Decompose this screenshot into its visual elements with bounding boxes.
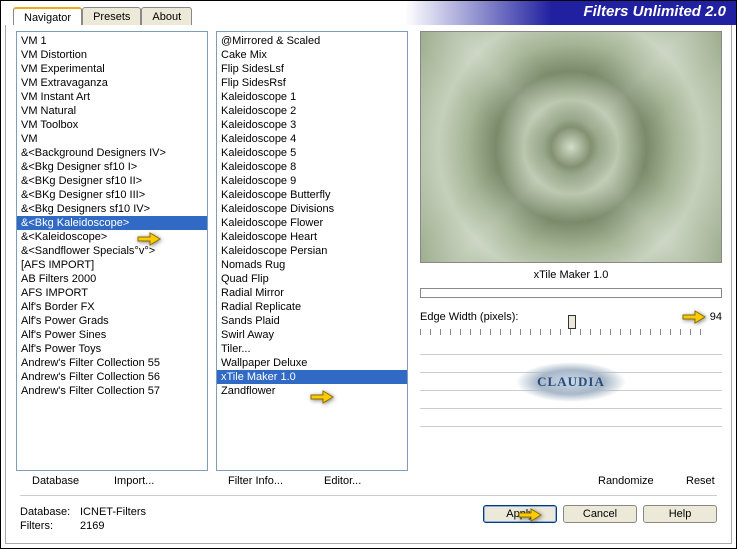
category-list[interactable]: VM 1VM DistortionVM ExperimentalVM Extra… — [16, 31, 208, 471]
list-item[interactable]: Tiler... — [217, 342, 407, 356]
slider-thumb[interactable] — [568, 315, 576, 329]
list-item[interactable]: VM Natural — [17, 104, 207, 118]
filter-info-button[interactable]: Filter Info... — [228, 475, 283, 487]
list-item[interactable]: Kaleidoscope 3 — [217, 118, 407, 132]
footer-info: Database:ICNET-Filters Filters:2169 — [20, 505, 146, 533]
tab-about[interactable]: About — [141, 7, 192, 27]
list-item[interactable]: &<Bkg Kaleidoscope> — [17, 216, 207, 230]
list-item[interactable]: &<Kaleidoscope> — [17, 230, 207, 244]
list-item[interactable]: &<Bkg Designer sf10 I> — [17, 160, 207, 174]
list-item[interactable]: Kaleidoscope 9 — [217, 174, 407, 188]
list-item[interactable]: Alf's Border FX — [17, 300, 207, 314]
slider-track[interactable] — [420, 315, 710, 331]
list-item[interactable]: Quad Flip — [217, 272, 407, 286]
list-item[interactable]: VM Toolbox — [17, 118, 207, 132]
list-item[interactable]: Kaleidoscope Flower — [217, 216, 407, 230]
tab-presets[interactable]: Presets — [82, 7, 141, 27]
list-item[interactable]: Andrew's Filter Collection 57 — [17, 384, 207, 398]
list-item[interactable]: VM Experimental — [17, 62, 207, 76]
list-item[interactable]: Kaleidoscope Persian — [217, 244, 407, 258]
pointer-icon — [681, 307, 707, 327]
footer-db-label: Database: — [20, 505, 80, 519]
list-item[interactable]: [AFS IMPORT] — [17, 258, 207, 272]
list-item[interactable]: Flip SidesLsf — [217, 62, 407, 76]
list-item[interactable]: &<Background Designers IV> — [17, 146, 207, 160]
list-item[interactable]: Andrew's Filter Collection 55 — [17, 356, 207, 370]
footer-filters-label: Filters: — [20, 519, 80, 533]
list-item[interactable]: Kaleidoscope Butterfly — [217, 188, 407, 202]
list-item[interactable]: Kaleidoscope 2 — [217, 104, 407, 118]
list-item[interactable]: &<Bkg Designers sf10 IV> — [17, 202, 207, 216]
app-title: Filters Unlimited 2.0 — [583, 3, 726, 20]
preview-image — [420, 31, 722, 263]
list-item[interactable]: Cake Mix — [217, 48, 407, 62]
list-item[interactable]: Radial Replicate — [217, 300, 407, 314]
list-item[interactable]: AFS IMPORT — [17, 286, 207, 300]
import-button[interactable]: Import... — [114, 475, 154, 487]
randomize-button[interactable]: Randomize — [598, 475, 654, 487]
list-item[interactable]: Kaleidoscope 1 — [217, 90, 407, 104]
list-item[interactable]: Sands Plaid — [217, 314, 407, 328]
pointer-icon — [309, 387, 335, 407]
list-item[interactable]: &<Sandflower Specials°v°> — [17, 244, 207, 258]
reset-button[interactable]: Reset — [686, 475, 715, 487]
divider — [20, 495, 717, 496]
pointer-icon — [136, 229, 162, 249]
list-item[interactable]: Kaleidoscope Heart — [217, 230, 407, 244]
list-item[interactable]: Nomads Rug — [217, 258, 407, 272]
database-button[interactable]: Database — [32, 475, 79, 487]
footer-filters-value: 2169 — [80, 520, 104, 532]
list-item[interactable]: AB Filters 2000 — [17, 272, 207, 286]
list-item[interactable]: Wallpaper Deluxe — [217, 356, 407, 370]
list-item[interactable]: Alf's Power Toys — [17, 342, 207, 356]
list-item[interactable]: Kaleidoscope 8 — [217, 160, 407, 174]
list-item[interactable]: Kaleidoscope 5 — [217, 146, 407, 160]
list-item[interactable]: VM 1 — [17, 34, 207, 48]
list-item[interactable]: Alf's Power Grads — [17, 314, 207, 328]
tabs: Navigator Presets About — [13, 7, 192, 27]
slider-ticks — [420, 329, 710, 335]
list-item[interactable]: Alf's Power Sines — [17, 328, 207, 342]
list-item[interactable]: Andrew's Filter Collection 56 — [17, 370, 207, 384]
pointer-icon — [517, 505, 543, 525]
progress-bar — [420, 288, 722, 298]
list-item[interactable]: VM Extravaganza — [17, 76, 207, 90]
footer-db-value: ICNET-Filters — [80, 506, 146, 518]
preview-label: xTile Maker 1.0 — [420, 269, 722, 281]
slider-value: 94 — [710, 311, 722, 323]
cancel-button[interactable]: Cancel — [563, 505, 637, 523]
list-item[interactable]: VM Distortion — [17, 48, 207, 62]
editor-button[interactable]: Editor... — [324, 475, 361, 487]
list-item[interactable]: Radial Mirror — [217, 286, 407, 300]
list-item[interactable]: Swirl Away — [217, 328, 407, 342]
list-item[interactable]: xTile Maker 1.0 — [217, 370, 407, 384]
list-item[interactable]: VM Instant Art — [17, 90, 207, 104]
list-item[interactable]: Flip SidesRsf — [217, 76, 407, 90]
help-button[interactable]: Help — [643, 505, 717, 523]
tab-navigator[interactable]: Navigator — [13, 7, 82, 27]
list-item[interactable]: Kaleidoscope Divisions — [217, 202, 407, 216]
watermark: CLAUDIA — [516, 361, 626, 403]
list-item[interactable]: VM — [17, 132, 207, 146]
body-area: VM 1VM DistortionVM ExperimentalVM Extra… — [5, 25, 732, 544]
list-item[interactable]: &<BKg Designer sf10 II> — [17, 174, 207, 188]
list-item[interactable]: @Mirrored & Scaled — [217, 34, 407, 48]
list-item[interactable]: Kaleidoscope 4 — [217, 132, 407, 146]
list-item[interactable]: &<BKg Designer sf10 III> — [17, 188, 207, 202]
